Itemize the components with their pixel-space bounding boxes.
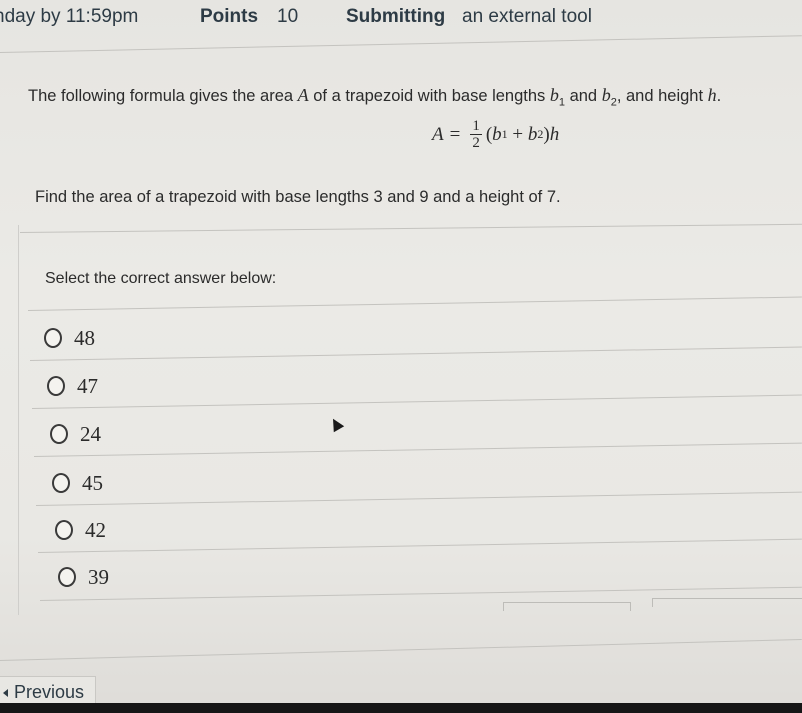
footer-divider	[0, 639, 802, 661]
partial-button[interactable]	[503, 602, 631, 611]
option-value: 24	[80, 421, 101, 446]
intro-text: of a trapezoid with base lengths	[308, 87, 550, 105]
option-value: 42	[85, 517, 106, 542]
option-value: 48	[74, 325, 95, 350]
points-value: 10	[277, 6, 299, 27]
area-formula: A = 1 2 (b 1 + b 2) h	[432, 118, 559, 151]
option-value: 45	[82, 470, 103, 495]
assignment-header: nday by 11:59pm Points 10 Submitting an …	[0, 0, 802, 40]
radio-button[interactable]	[58, 567, 76, 587]
radio-button[interactable]	[47, 376, 65, 396]
intro-text: and	[565, 87, 602, 105]
radio-button[interactable]	[50, 424, 68, 444]
question-intro: The following formula gives the area A o…	[28, 85, 721, 108]
points-label: Points	[200, 6, 259, 27]
option-value: 39	[88, 564, 109, 589]
intro-text: .	[716, 87, 722, 105]
caret-left-icon	[3, 688, 8, 697]
radio-button[interactable]	[44, 328, 62, 348]
option-value: 47	[77, 373, 98, 398]
var-h: h	[707, 85, 717, 105]
intro-text: The following formula gives the area	[28, 87, 298, 105]
fraction-denominator: 2	[472, 135, 480, 151]
formula-lhs: A	[432, 123, 444, 145]
var-b1: b	[549, 85, 559, 105]
previous-label: Previous	[14, 682, 85, 702]
submitting-value: an external tool	[462, 6, 592, 27]
var-b2: b	[601, 85, 611, 105]
formula-h: h	[549, 123, 560, 145]
formula-b1: b	[492, 123, 502, 145]
intro-text: , and height	[616, 87, 708, 105]
radio-button[interactable]	[52, 473, 70, 493]
fraction: 1 2	[470, 118, 482, 151]
var-a: A	[297, 85, 309, 105]
due-date: nday by 11:59pm	[0, 6, 139, 27]
formula-b2: b	[527, 123, 538, 145]
formula-equals: =	[449, 123, 461, 145]
partial-button[interactable]	[652, 598, 802, 607]
fraction-numerator: 1	[470, 118, 482, 135]
submitting-label: Submitting	[346, 6, 446, 27]
radio-button[interactable]	[55, 520, 73, 540]
screen-bezel	[0, 703, 802, 713]
formula-plus: +	[507, 123, 528, 145]
question-prompt: Find the area of a trapezoid with base l…	[35, 188, 561, 206]
select-answer-label: Select the correct answer below:	[45, 270, 277, 287]
